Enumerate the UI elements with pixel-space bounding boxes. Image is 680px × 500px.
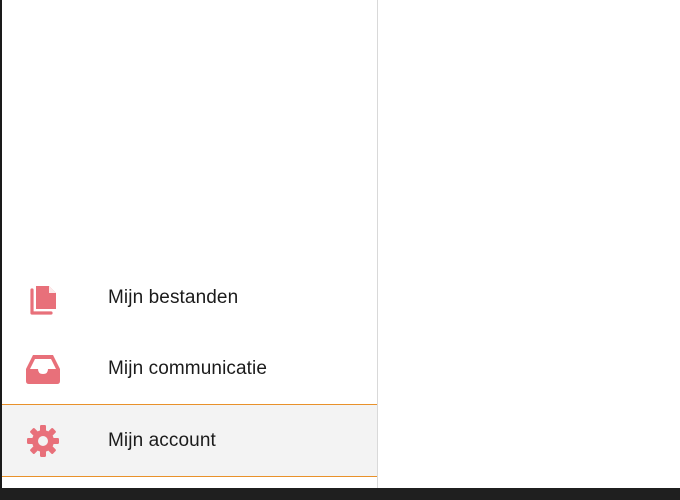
drawer-menu: Mijn bestanden Mijn communicatie Mijn ac…: [2, 262, 377, 477]
menu-item-label: Mijn communicatie: [108, 357, 268, 379]
main-content-area: [378, 0, 680, 488]
menu-item-my-account[interactable]: Mijn account: [2, 404, 377, 477]
files-icon: [24, 279, 62, 317]
bottom-bar: [0, 488, 680, 500]
menu-item-my-communication[interactable]: Mijn communicatie: [2, 333, 377, 404]
gear-icon: [24, 422, 62, 460]
menu-item-label: Mijn account: [108, 429, 216, 451]
inbox-icon: [24, 350, 62, 388]
menu-item-label: Mijn bestanden: [108, 286, 239, 308]
navigation-drawer: Mijn bestanden Mijn communicatie Mijn ac…: [2, 0, 378, 488]
menu-item-my-files[interactable]: Mijn bestanden: [2, 262, 377, 333]
